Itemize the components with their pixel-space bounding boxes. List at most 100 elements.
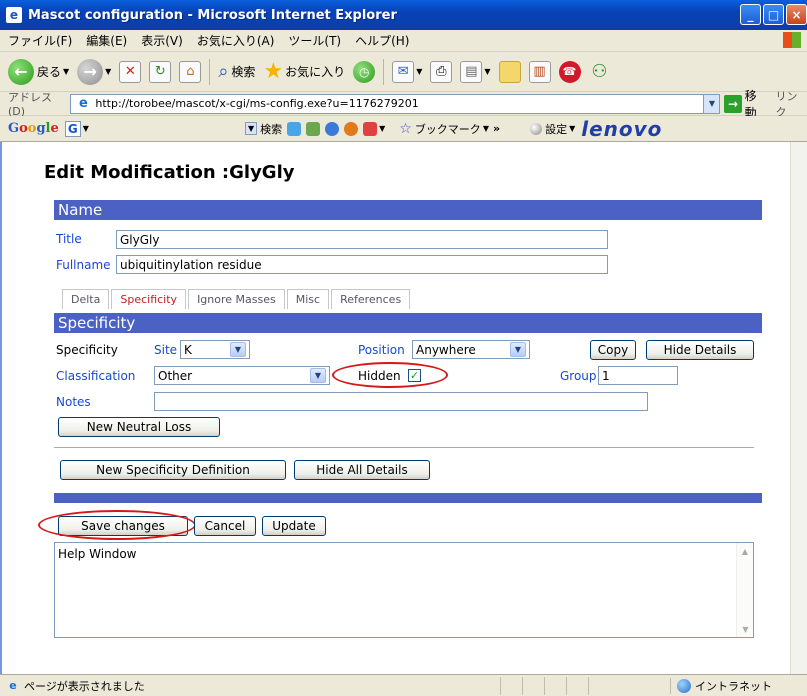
chevron-down-icon: ▼ bbox=[484, 67, 491, 76]
google-news-icon[interactable] bbox=[287, 121, 302, 136]
print-button[interactable]: ⎙ bbox=[430, 60, 453, 83]
title-input[interactable] bbox=[116, 230, 608, 249]
back-button[interactable]: ← 戻る ▼ bbox=[8, 58, 69, 85]
page-icon: e bbox=[78, 96, 88, 111]
toolbar: ← 戻る ▼ → ▼ ✕ ↻ ⌂ ⌕ 検索 ★ お気に入り ◷ ✉ ▼ ⎙ ▤ … bbox=[0, 52, 807, 92]
refresh-button[interactable]: ↻ bbox=[149, 60, 172, 83]
google-translate-icon[interactable] bbox=[363, 121, 378, 136]
scroll-up-icon[interactable]: ▲ bbox=[737, 543, 753, 559]
tab-ignore-masses[interactable]: Ignore Masses bbox=[188, 289, 285, 309]
position-label: Position bbox=[358, 343, 405, 357]
bookmark-button[interactable]: ☆ ブックマーク ▼ » bbox=[399, 121, 500, 137]
bookmark-label: ブックマーク bbox=[414, 122, 481, 136]
chevron-down-icon[interactable]: ▼ bbox=[379, 124, 385, 133]
favorites-button[interactable]: ★ お気に入り bbox=[263, 59, 345, 84]
back-label: 戻る bbox=[37, 65, 62, 79]
help-scrollbar[interactable]: ▲ ▼ bbox=[736, 543, 753, 637]
address-input[interactable]: e http://torobee/mascot/x-cgi/ms-config.… bbox=[70, 93, 721, 114]
messenger-button[interactable]: ☎ bbox=[558, 60, 581, 83]
notes-input[interactable] bbox=[154, 392, 648, 411]
classification-select[interactable]: Other ▼ bbox=[154, 366, 330, 385]
chevron-down-icon: ▼ bbox=[569, 124, 576, 133]
google-spell-icon[interactable] bbox=[344, 121, 359, 136]
home-button[interactable]: ⌂ bbox=[179, 60, 202, 83]
more-chevron[interactable]: » bbox=[493, 122, 500, 135]
page-viewport: Edit Modification :GlyGly Name Title Ful… bbox=[0, 142, 807, 674]
title-label: Title bbox=[56, 232, 82, 246]
tab-delta[interactable]: Delta bbox=[62, 289, 110, 309]
new-specificity-definition-button[interactable]: New Specificity Definition bbox=[60, 460, 286, 480]
menu-help[interactable]: ヘルプ(H) bbox=[355, 32, 409, 49]
help-window[interactable]: Help Window ▲ ▼ bbox=[54, 542, 754, 638]
window-title: Mascot configuration - Microsoft Interne… bbox=[28, 7, 397, 23]
folder-button[interactable] bbox=[498, 60, 521, 83]
tab-bar: Delta Specificity Ignore Masses Misc Ref… bbox=[62, 289, 412, 309]
menu-edit[interactable]: 編集(E) bbox=[86, 32, 127, 49]
security-zone: イントラネット bbox=[670, 678, 772, 694]
edit-button[interactable]: ▤ ▼ bbox=[460, 60, 491, 83]
footer-section-bar bbox=[54, 493, 762, 503]
scroll-down-icon[interactable]: ▼ bbox=[737, 621, 754, 637]
tab-references[interactable]: References bbox=[331, 289, 411, 309]
menu-tools[interactable]: ツール(T) bbox=[288, 32, 341, 49]
google-logo[interactable]: Google bbox=[8, 121, 59, 136]
mail-button[interactable]: ✉ ▼ bbox=[392, 60, 422, 83]
update-button[interactable]: Update bbox=[262, 516, 326, 536]
links-label[interactable]: リンク bbox=[775, 88, 807, 120]
page-loaded-icon: e bbox=[9, 679, 17, 692]
fullname-label: Fullname bbox=[56, 258, 111, 272]
tab-misc[interactable]: Misc bbox=[286, 289, 330, 309]
address-dropdown[interactable]: ▼ bbox=[703, 94, 720, 113]
google-search-label: 検索 bbox=[260, 122, 283, 136]
favorites-label: お気に入り bbox=[285, 65, 346, 79]
google-search-button[interactable]: ▼ 検索 ▼ bbox=[243, 121, 385, 137]
new-neutral-loss-button[interactable]: New Neutral Loss bbox=[58, 417, 220, 437]
specificity-label: Specificity bbox=[56, 343, 118, 357]
chevron-down-icon: ▼ bbox=[244, 122, 258, 135]
site-select[interactable]: K ▼ bbox=[180, 340, 250, 359]
stop-button[interactable]: ✕ bbox=[119, 60, 142, 83]
address-label: アドレス(D) bbox=[8, 91, 52, 118]
save-changes-button[interactable]: Save changes bbox=[58, 516, 188, 536]
copy-button[interactable]: Copy bbox=[590, 340, 636, 360]
ie-icon: e bbox=[6, 7, 22, 23]
chevron-down-icon: ▼ bbox=[105, 67, 112, 76]
menu-bar: ファイル(F) 編集(E) 表示(V) お気に入り(A) ツール(T) ヘルプ(… bbox=[0, 30, 807, 52]
status-bar: e ページが表示されました イントラネット bbox=[0, 674, 807, 696]
chevron-down-icon: ▼ bbox=[230, 342, 246, 357]
settings-button[interactable]: 設定 ▼ bbox=[530, 121, 575, 137]
research-button[interactable]: ▥ bbox=[528, 60, 551, 83]
divider bbox=[54, 447, 754, 449]
notes-label: Notes bbox=[56, 395, 91, 409]
google-image-icon[interactable] bbox=[306, 121, 321, 136]
google-pagerank-icon[interactable] bbox=[325, 121, 340, 136]
group-input[interactable] bbox=[598, 366, 678, 385]
menu-file[interactable]: ファイル(F) bbox=[8, 32, 72, 49]
maximize-button[interactable]: □ bbox=[763, 4, 784, 25]
book-icon: ▥ bbox=[528, 60, 551, 83]
page-scrollbar[interactable] bbox=[790, 142, 807, 674]
hide-all-details-button[interactable]: Hide All Details bbox=[294, 460, 430, 480]
menu-view[interactable]: 表示(V) bbox=[141, 32, 183, 49]
settings-label: 設定 bbox=[545, 122, 568, 136]
help-text: Help Window bbox=[58, 547, 137, 561]
menu-favorites[interactable]: お気に入り(A) bbox=[197, 32, 275, 49]
google-g-icon[interactable]: G bbox=[64, 120, 81, 137]
address-bar: アドレス(D) e http://torobee/mascot/x-cgi/ms… bbox=[0, 89, 807, 120]
minimize-button[interactable]: _ bbox=[740, 4, 761, 25]
cancel-button[interactable]: Cancel bbox=[194, 516, 256, 536]
users-button[interactable]: ⚇ bbox=[589, 61, 611, 83]
search-button[interactable]: ⌕ 検索 bbox=[218, 61, 255, 82]
history-button[interactable]: ◷ bbox=[353, 60, 376, 83]
forward-button[interactable]: → ▼ bbox=[77, 58, 112, 85]
classification-value: Other bbox=[158, 368, 193, 383]
hide-details-button[interactable]: Hide Details bbox=[646, 340, 754, 360]
globe-icon bbox=[677, 679, 691, 693]
hidden-checkbox[interactable]: ✓ bbox=[408, 369, 421, 382]
chevron-down-icon[interactable]: ▼ bbox=[83, 124, 89, 133]
classification-label: Classification bbox=[56, 369, 136, 383]
position-select[interactable]: Anywhere ▼ bbox=[412, 340, 530, 359]
close-button[interactable]: × bbox=[786, 4, 807, 25]
tab-specificity[interactable]: Specificity bbox=[111, 289, 187, 309]
fullname-input[interactable] bbox=[116, 255, 608, 274]
